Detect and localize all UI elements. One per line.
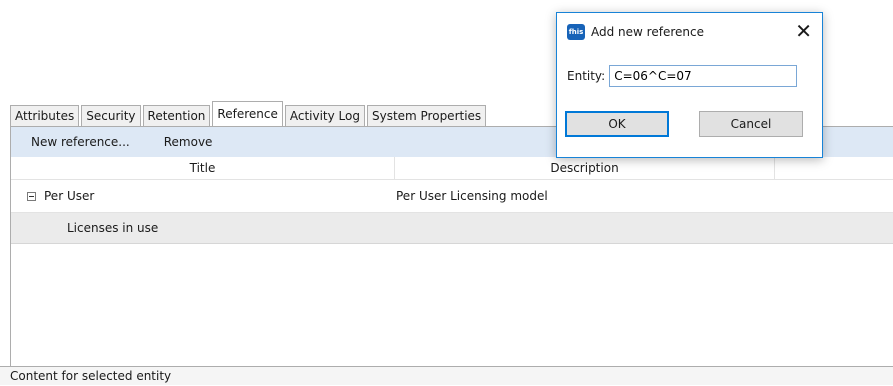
- ok-button[interactable]: OK: [565, 111, 669, 137]
- row-title: Licenses in use: [67, 221, 159, 235]
- tab-retention[interactable]: Retention: [142, 105, 211, 126]
- row-title: Per User: [44, 189, 95, 203]
- tab-strip: Attributes Security Retention Reference …: [10, 100, 488, 126]
- entity-input[interactable]: [609, 65, 798, 87]
- row-description: [394, 213, 396, 243]
- tab-system-properties[interactable]: System Properties: [366, 105, 487, 126]
- row-title-cell: Licenses in use: [11, 213, 394, 243]
- remove-button[interactable]: Remove: [164, 135, 213, 149]
- new-reference-button[interactable]: New reference...: [31, 135, 130, 149]
- close-icon[interactable]: ✕: [795, 19, 812, 43]
- tab-attributes[interactable]: Attributes: [10, 105, 80, 126]
- app-logo-icon: fhis: [567, 24, 585, 40]
- dialog-title: Add new reference: [591, 25, 704, 39]
- reference-panel: New reference... Remove Title Descriptio…: [10, 126, 893, 367]
- column-header-title[interactable]: Title: [11, 157, 395, 179]
- dialog-titlebar: fhis Add new reference ✕: [557, 13, 822, 51]
- dialog-body: Entity:: [557, 51, 822, 87]
- table-row[interactable]: Per User Per User Licensing model: [11, 180, 893, 213]
- tab-security[interactable]: Security: [81, 105, 141, 126]
- status-bar: Content for selected entity: [0, 366, 893, 385]
- entity-label: Entity:: [567, 69, 606, 83]
- column-header-description[interactable]: Description: [395, 157, 775, 179]
- row-title-cell: Per User: [11, 180, 394, 212]
- tab-activity-log[interactable]: Activity Log: [284, 105, 365, 126]
- cancel-button[interactable]: Cancel: [699, 111, 803, 137]
- tab-reference[interactable]: Reference: [212, 101, 283, 126]
- collapse-icon[interactable]: [27, 191, 36, 201]
- table-row[interactable]: Licenses in use: [11, 213, 893, 244]
- add-reference-dialog: fhis Add new reference ✕ Entity: OK Canc…: [556, 12, 823, 158]
- grid-header: Title Description: [11, 157, 893, 180]
- row-description: Per User Licensing model: [396, 189, 548, 203]
- dialog-buttons: OK Cancel: [565, 111, 803, 137]
